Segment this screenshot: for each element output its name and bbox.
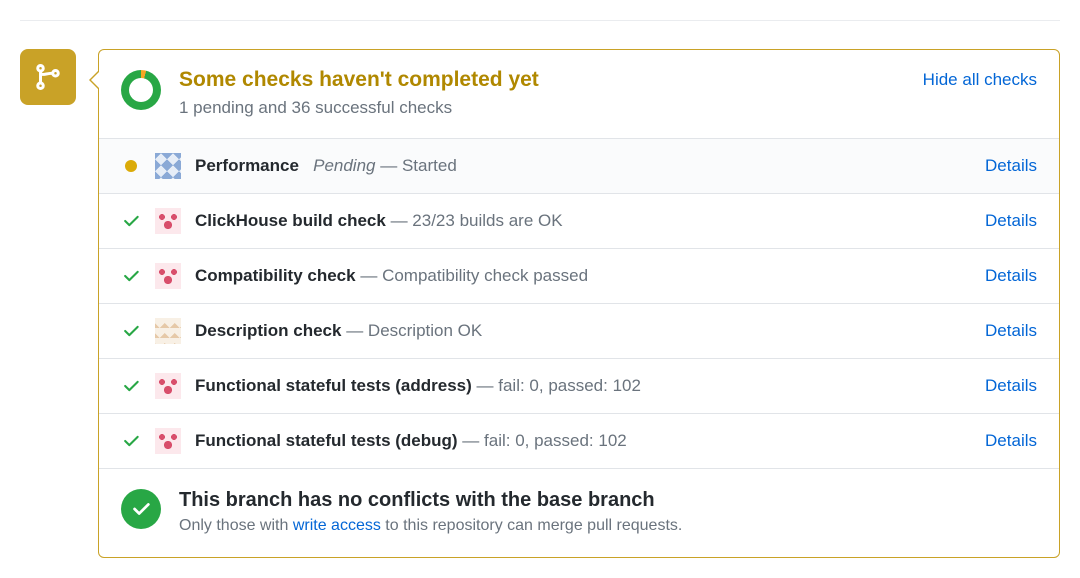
- merge-status-container: Some checks haven't completed yet 1 pend…: [20, 49, 1060, 558]
- check-row: Functional stateful tests (address) — fa…: [99, 359, 1059, 414]
- divider: [20, 20, 1060, 21]
- write-access-link[interactable]: write access: [293, 517, 381, 534]
- timeline-merge-badge: [20, 49, 76, 105]
- merge-footer-text: This branch has no conflicts with the ba…: [179, 489, 682, 535]
- check-text: Description check — Description OK: [195, 321, 971, 341]
- pending-dot-icon: [121, 160, 141, 172]
- merge-footer-title: This branch has no conflicts with the ba…: [179, 489, 682, 512]
- checks-list[interactable]: Performance Pending — Started Details Clic…: [99, 138, 1059, 468]
- check-icon: [121, 211, 141, 231]
- check-row: Description check — Description OK Detail…: [99, 304, 1059, 359]
- status-subtitle: 1 pending and 36 successful checks: [179, 98, 905, 118]
- service-avatar: [155, 373, 181, 399]
- check-icon: [121, 376, 141, 396]
- status-panel: Some checks haven't completed yet 1 pend…: [98, 49, 1060, 558]
- service-avatar: [155, 318, 181, 344]
- check-name: Functional stateful tests (address): [195, 376, 472, 395]
- hide-all-checks-link[interactable]: Hide all checks: [923, 70, 1037, 90]
- status-header-text: Some checks haven't completed yet 1 pend…: [179, 68, 905, 118]
- check-text: ClickHouse build check — 23/23 builds ar…: [195, 211, 971, 231]
- status-title: Some checks haven't completed yet: [179, 68, 905, 92]
- check-name: Functional stateful tests (debug): [195, 431, 458, 450]
- git-merge-icon: [33, 62, 63, 92]
- check-description: — Compatibility check passed: [360, 266, 588, 285]
- check-icon: [121, 266, 141, 286]
- check-row: Functional stateful tests (debug) — fail…: [99, 414, 1059, 468]
- footer-sub-pre: Only those with: [179, 517, 293, 534]
- check-description: — 23/23 builds are OK: [391, 211, 563, 230]
- success-badge: [121, 489, 161, 529]
- check-text: Functional stateful tests (debug) — fail…: [195, 431, 971, 451]
- service-avatar: [155, 428, 181, 454]
- details-link[interactable]: Details: [985, 211, 1037, 231]
- check-icon: [121, 431, 141, 451]
- details-link[interactable]: Details: [985, 156, 1037, 176]
- check-name: ClickHouse build check: [195, 211, 386, 230]
- service-avatar: [155, 208, 181, 234]
- check-description: — fail: 0, passed: 102: [462, 431, 626, 450]
- status-header: Some checks haven't completed yet 1 pend…: [99, 50, 1059, 138]
- check-row: Compatibility check — Compatibility chec…: [99, 249, 1059, 304]
- check-description: — fail: 0, passed: 102: [477, 376, 641, 395]
- service-avatar: [155, 263, 181, 289]
- check-name: Performance: [195, 156, 299, 175]
- check-text: Compatibility check — Compatibility chec…: [195, 266, 971, 286]
- check-name: Description check: [195, 321, 341, 340]
- progress-donut-icon: [121, 70, 161, 110]
- check-icon: [121, 321, 141, 341]
- check-description: — Description OK: [346, 321, 482, 340]
- details-link[interactable]: Details: [985, 266, 1037, 286]
- check-row: Performance Pending — Started Details: [99, 139, 1059, 194]
- check-name: Compatibility check: [195, 266, 356, 285]
- check-text: Performance Pending — Started: [195, 156, 971, 176]
- details-link[interactable]: Details: [985, 376, 1037, 396]
- check-description: — Started: [380, 156, 457, 175]
- merge-footer: This branch has no conflicts with the ba…: [99, 468, 1059, 557]
- check-status: Pending: [313, 156, 375, 175]
- check-text: Functional stateful tests (address) — fa…: [195, 376, 971, 396]
- check-icon: [130, 498, 152, 520]
- details-link[interactable]: Details: [985, 431, 1037, 451]
- details-link[interactable]: Details: [985, 321, 1037, 341]
- merge-footer-sub: Only those with write access to this rep…: [179, 517, 682, 535]
- service-avatar: [155, 153, 181, 179]
- check-row: ClickHouse build check — 23/23 builds ar…: [99, 194, 1059, 249]
- footer-sub-post: to this repository can merge pull reques…: [381, 517, 682, 534]
